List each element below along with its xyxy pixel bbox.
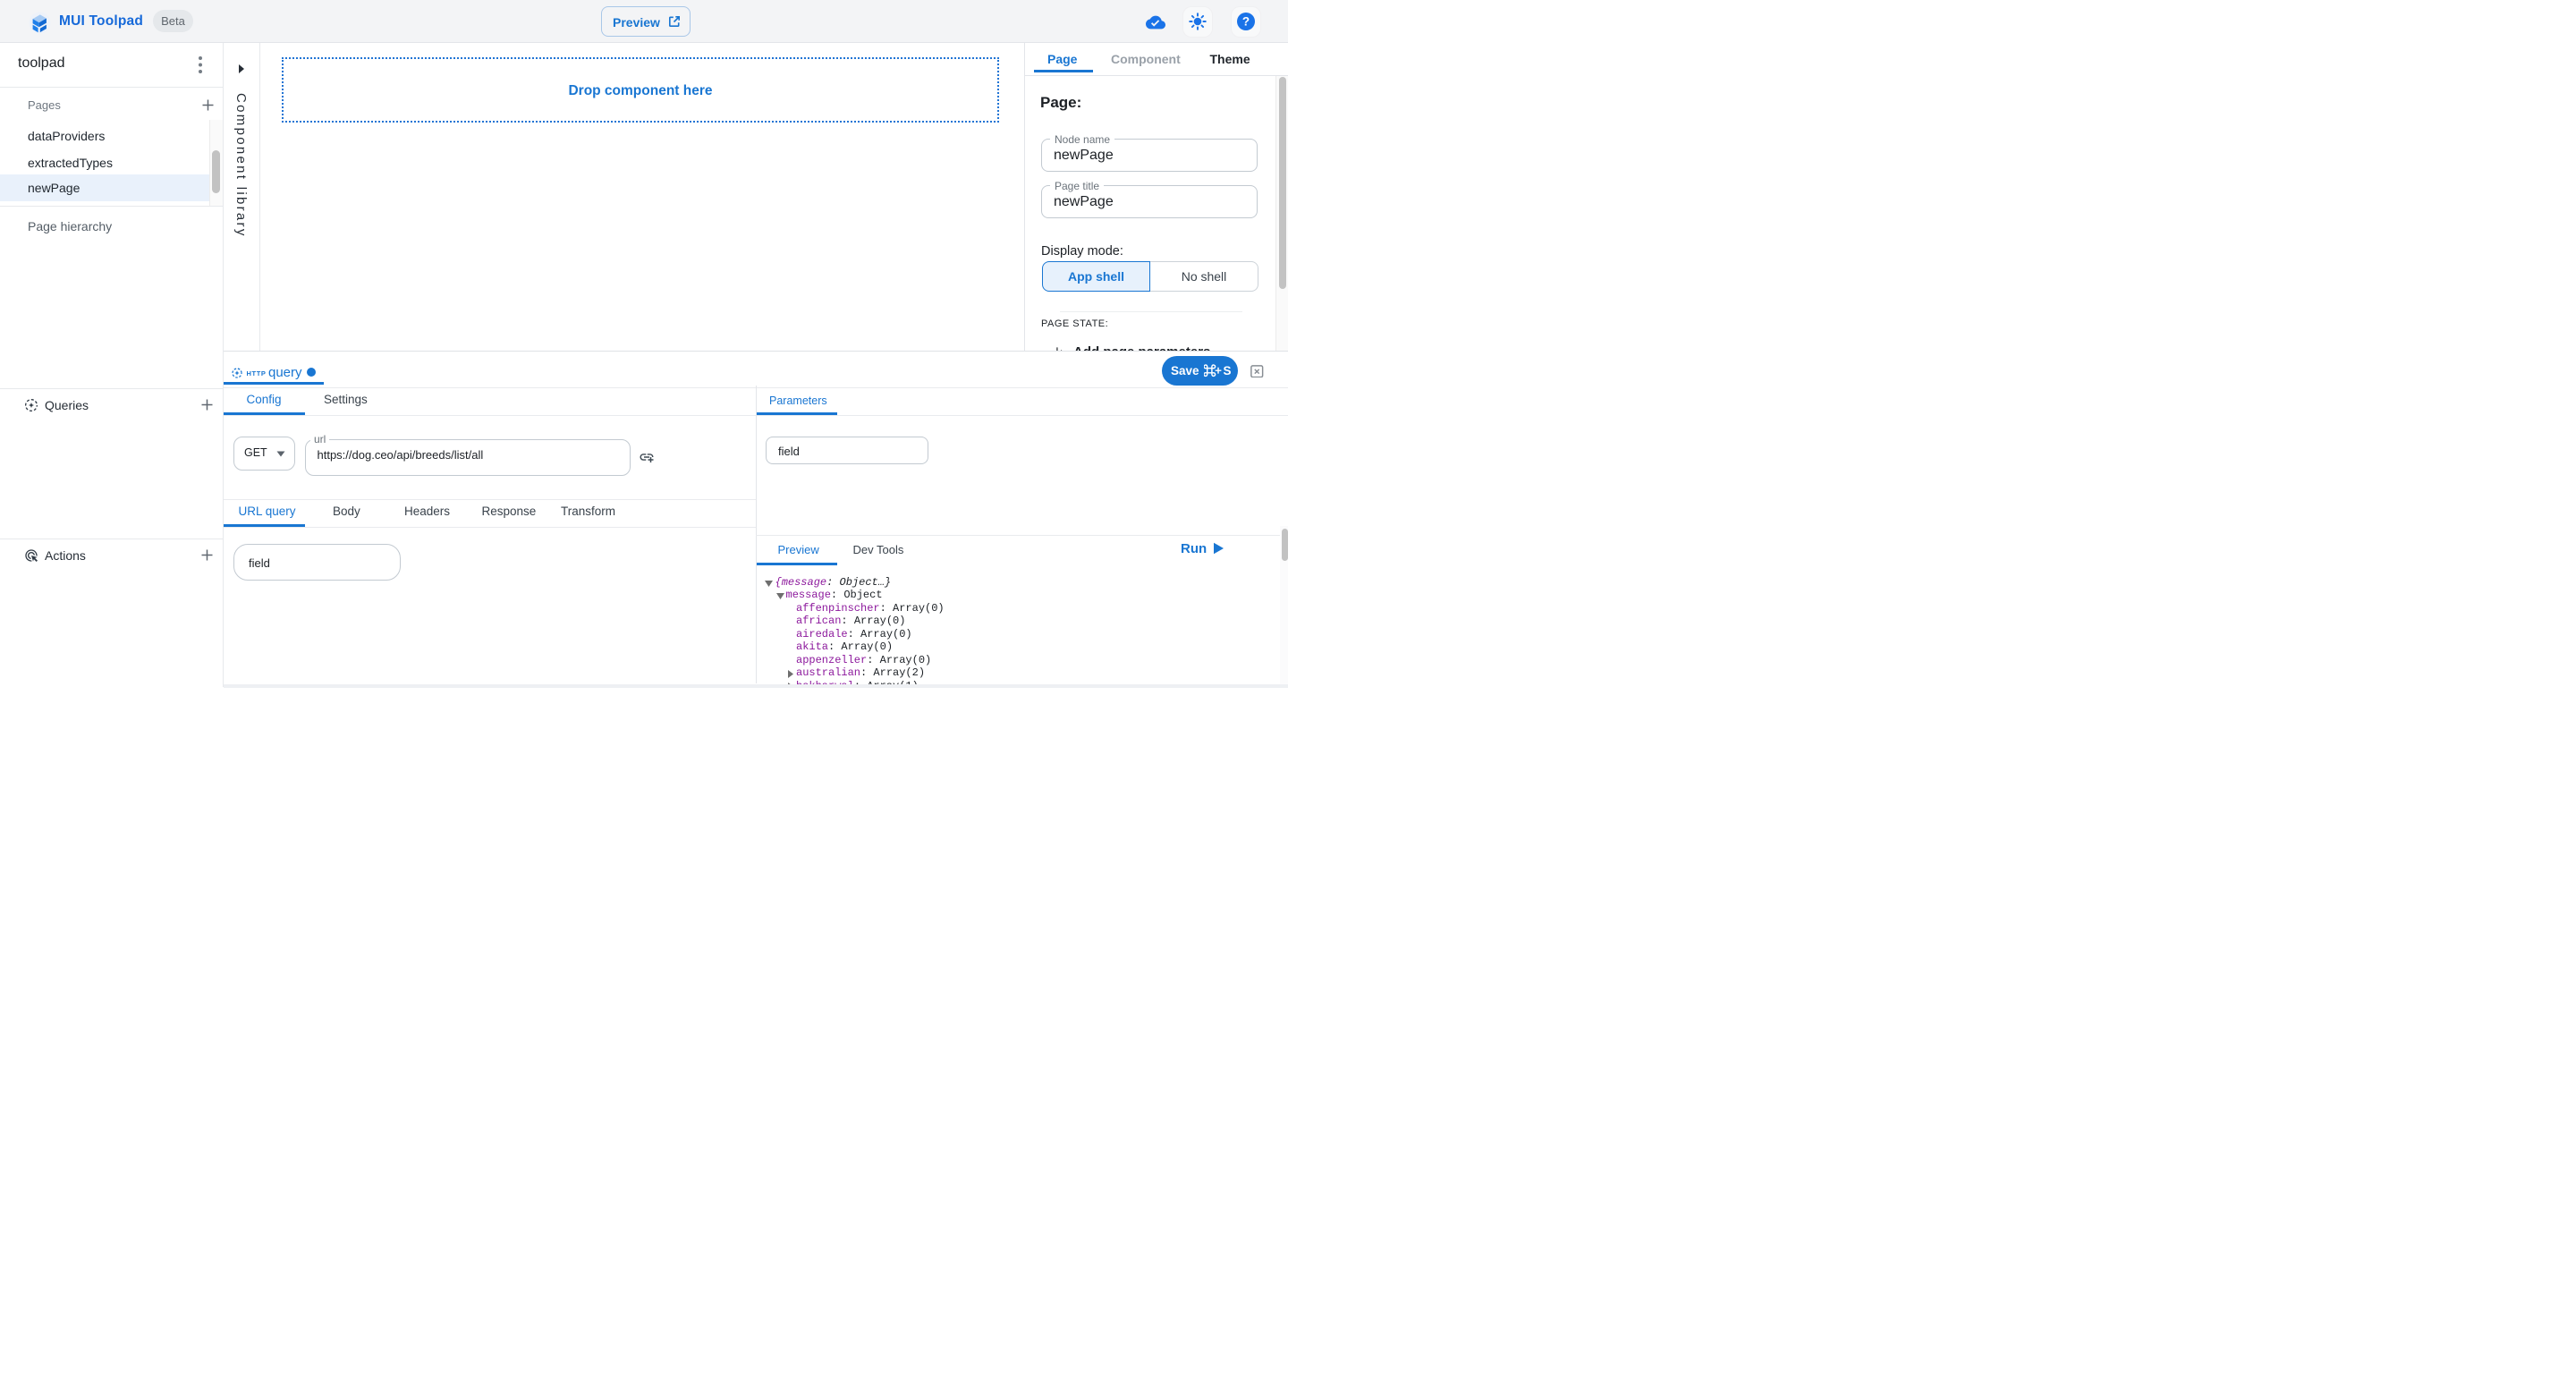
svg-text:S: S — [1223, 364, 1231, 377]
svg-text:?: ? — [1242, 15, 1250, 29]
